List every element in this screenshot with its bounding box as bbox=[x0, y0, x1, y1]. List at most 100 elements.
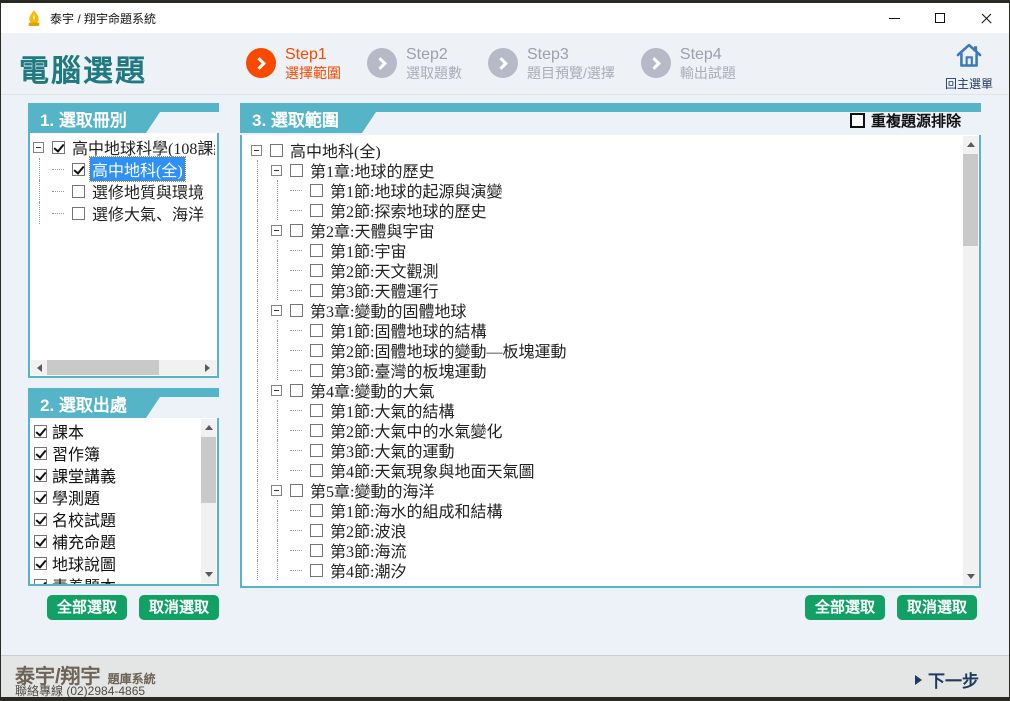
tree-item[interactable]: 第2節:天文觀測 bbox=[250, 260, 961, 280]
source-item[interactable]: 補充命題 bbox=[34, 530, 199, 552]
expander-icon[interactable] bbox=[271, 165, 282, 176]
checkbox[interactable] bbox=[290, 164, 303, 177]
select-all-sources-button[interactable]: 全部選取 bbox=[47, 595, 127, 620]
checkbox[interactable] bbox=[34, 469, 47, 482]
tree-item[interactable]: 第4節:潮汐 bbox=[250, 560, 961, 580]
tree-label[interactable]: 選修大氣、海洋 bbox=[90, 201, 206, 225]
checkbox[interactable] bbox=[34, 535, 47, 548]
checkbox[interactable] bbox=[310, 184, 323, 197]
checkbox[interactable] bbox=[310, 444, 323, 457]
tree-item[interactable]: 第1節:地球的起源與演變 bbox=[250, 180, 961, 200]
source-item[interactable]: 習作簿 bbox=[34, 442, 199, 464]
checkbox[interactable] bbox=[310, 364, 323, 377]
checkbox[interactable] bbox=[34, 579, 47, 585]
checkbox[interactable] bbox=[310, 284, 323, 297]
close-button[interactable] bbox=[963, 3, 1009, 33]
source-item[interactable]: 名校試題 bbox=[34, 508, 199, 530]
tree-item[interactable]: 選修大氣、海洋 bbox=[32, 202, 215, 224]
tree-item[interactable]: 第1章:地球的歷史 bbox=[250, 160, 961, 180]
sources-v-scrollbar[interactable] bbox=[201, 419, 216, 583]
checkbox[interactable] bbox=[310, 204, 323, 217]
next-step-button[interactable]: 下一步 bbox=[915, 667, 979, 692]
tree-item[interactable]: 第1節:海水的組成和結構 bbox=[250, 500, 961, 520]
expander-icon[interactable] bbox=[271, 305, 282, 316]
tree-item[interactable]: 第3章:變動的固體地球 bbox=[250, 300, 961, 320]
expander-icon[interactable] bbox=[271, 385, 282, 396]
expander-icon[interactable] bbox=[251, 145, 262, 156]
step-2[interactable]: Step2 選取題數 bbox=[367, 46, 462, 80]
tree-item[interactable]: 高中地科(全) bbox=[32, 158, 215, 180]
checkbox[interactable] bbox=[34, 557, 47, 570]
source-label[interactable]: 習作簿 bbox=[52, 441, 100, 465]
source-label[interactable]: 地球說圖 bbox=[52, 551, 116, 575]
exclude-duplicates-checkbox[interactable] bbox=[850, 113, 865, 128]
checkbox[interactable] bbox=[34, 513, 47, 526]
source-item[interactable]: 素養題本 bbox=[34, 574, 199, 584]
tree-item[interactable]: 第3節:天體運行 bbox=[250, 280, 961, 300]
checkbox[interactable] bbox=[310, 404, 323, 417]
scroll-up-icon[interactable] bbox=[963, 136, 978, 152]
checkbox[interactable] bbox=[72, 207, 85, 220]
minimize-button[interactable] bbox=[871, 3, 917, 33]
source-label[interactable]: 課本 bbox=[52, 420, 84, 443]
checkbox[interactable] bbox=[270, 144, 283, 157]
checkbox[interactable] bbox=[290, 224, 303, 237]
scroll-down-icon[interactable] bbox=[201, 567, 216, 583]
checkbox[interactable] bbox=[72, 185, 85, 198]
tree-item[interactable]: 第2節:固體地球的變動—板塊運動 bbox=[250, 340, 961, 360]
step-3[interactable]: Step3 題目預覽/選擇 bbox=[488, 46, 615, 80]
checkbox[interactable] bbox=[310, 544, 323, 557]
tree-item[interactable]: 第1節:固體地球的結構 bbox=[250, 320, 961, 340]
tree-item[interactable]: 高中地球科學(108課綱) bbox=[32, 136, 215, 158]
exclude-duplicates-option[interactable]: 重複題源排除 bbox=[850, 110, 961, 131]
select-all-scope-button[interactable]: 全部選取 bbox=[805, 595, 885, 620]
checkbox[interactable] bbox=[72, 163, 85, 176]
tree-item[interactable]: 第2章:天體與宇宙 bbox=[250, 220, 961, 240]
checkbox[interactable] bbox=[310, 324, 323, 337]
home-button[interactable]: 回主選單 bbox=[939, 41, 999, 92]
step-1[interactable]: Step1 選擇範圍 bbox=[246, 46, 341, 80]
tree-item[interactable]: 第3節:海流 bbox=[250, 540, 961, 560]
checkbox[interactable] bbox=[290, 384, 303, 397]
checkbox[interactable] bbox=[34, 491, 47, 504]
source-item[interactable]: 課本 bbox=[34, 420, 199, 442]
checkbox[interactable] bbox=[34, 425, 47, 438]
v-scroll-thumb[interactable] bbox=[963, 154, 978, 246]
scroll-up-icon[interactable] bbox=[201, 419, 216, 435]
source-label[interactable]: 課堂講義 bbox=[52, 463, 116, 487]
checkbox[interactable] bbox=[310, 504, 323, 517]
scroll-right-icon[interactable] bbox=[200, 360, 216, 375]
source-item[interactable]: 課堂講義 bbox=[34, 464, 199, 486]
tree-item[interactable]: 第4章:變動的大氣 bbox=[250, 380, 961, 400]
checkbox[interactable] bbox=[310, 264, 323, 277]
checkbox[interactable] bbox=[310, 524, 323, 537]
expander-icon[interactable] bbox=[271, 225, 282, 236]
source-item[interactable]: 學測題 bbox=[34, 486, 199, 508]
tree-item[interactable]: 選修地質與環境 bbox=[32, 180, 215, 202]
tree-item[interactable]: 第2節:波浪 bbox=[250, 520, 961, 540]
tree-item[interactable]: 第5章:變動的海洋 bbox=[250, 480, 961, 500]
checkbox[interactable] bbox=[290, 484, 303, 497]
scope-v-scrollbar[interactable] bbox=[963, 136, 978, 585]
tree-item[interactable]: 第1節:大氣的結構 bbox=[250, 400, 961, 420]
checkbox[interactable] bbox=[310, 464, 323, 477]
tree-item[interactable]: 第4節:天氣現象與地面天氣圖 bbox=[250, 460, 961, 480]
maximize-button[interactable] bbox=[917, 3, 963, 33]
tree-label[interactable]: 選修地質與環境 bbox=[90, 179, 206, 203]
checkbox[interactable] bbox=[290, 304, 303, 317]
expander-icon[interactable] bbox=[33, 142, 44, 153]
scroll-left-icon[interactable] bbox=[31, 360, 47, 375]
tree-item[interactable]: 第2節:大氣中的水氣變化 bbox=[250, 420, 961, 440]
tree-label[interactable]: 高中地科(全) bbox=[90, 157, 185, 181]
checkbox[interactable] bbox=[310, 424, 323, 437]
tree-item[interactable]: 第1節:宇宙 bbox=[250, 240, 961, 260]
scroll-down-icon[interactable] bbox=[963, 569, 978, 585]
v-scroll-thumb[interactable] bbox=[201, 437, 216, 503]
source-item[interactable]: 地球說圖 bbox=[34, 552, 199, 574]
source-label[interactable]: 補充命題 bbox=[52, 529, 116, 553]
tree-label[interactable]: 第4節:潮汐 bbox=[328, 558, 408, 582]
source-label[interactable]: 名校試題 bbox=[52, 507, 116, 531]
tree-item[interactable]: 第2節:探索地球的歷史 bbox=[250, 200, 961, 220]
tree-label[interactable]: 高中地球科學(108課綱) bbox=[70, 136, 215, 159]
checkbox[interactable] bbox=[310, 564, 323, 577]
